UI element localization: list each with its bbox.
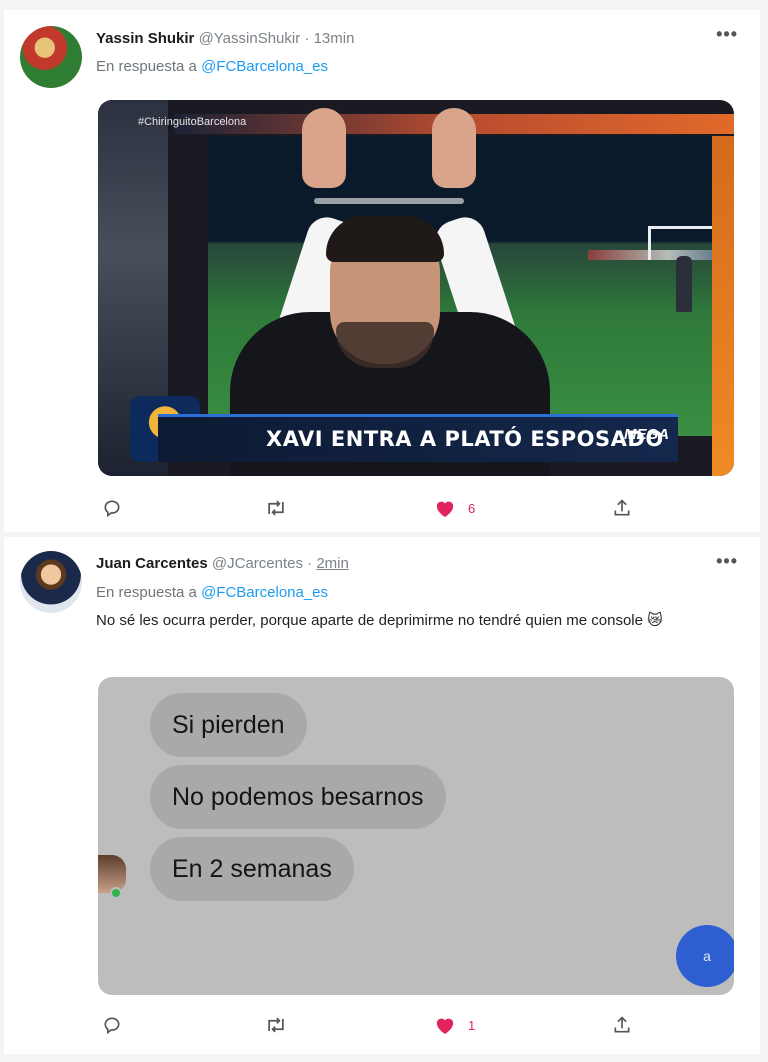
separator: · — [304, 30, 310, 47]
retweet-icon — [268, 500, 284, 516]
chat-bubble: En 2 semanas — [150, 837, 354, 901]
tweet[interactable]: Juan Carcentes @JCarcentes · 2min ••• En… — [4, 537, 760, 1054]
tweet-actions: 6 — [96, 496, 656, 520]
tweet-time[interactable]: 2min — [316, 555, 349, 572]
separator: · — [307, 555, 313, 572]
heart-icon — [436, 501, 454, 518]
author-name[interactable]: Yassin Shukir — [96, 30, 194, 47]
retweet-button[interactable] — [264, 1013, 288, 1037]
share-button[interactable] — [612, 496, 632, 520]
like-count: 6 — [468, 500, 476, 516]
left-hand — [302, 108, 346, 188]
chat-bubble: Si pierden — [150, 693, 307, 757]
reply-mention[interactable]: @FCBarcelona_es — [201, 584, 328, 601]
reply-prefix: En respuesta a — [96, 58, 197, 75]
reply-button[interactable] — [102, 1013, 122, 1037]
tweet-actions: 1 — [96, 1013, 656, 1037]
tweet-time[interactable]: 13min — [314, 30, 355, 47]
reply-mention[interactable]: @FCBarcelona_es — [201, 58, 328, 75]
retweet-button[interactable] — [264, 496, 288, 520]
author-handle[interactable]: @YassinShukir — [199, 30, 301, 47]
reply-icon — [104, 1017, 120, 1035]
lower-third-banner: XAVI ENTRA A PLATÓ ESPOSADO — [158, 414, 678, 462]
tweet[interactable]: Yassin Shukir @YassinShukir · 13min ••• … — [4, 10, 760, 532]
more-icon[interactable]: ••• — [716, 24, 738, 45]
tweet-text: No sé les ocurra perder, porque aparte d… — [96, 612, 663, 629]
author-name[interactable]: Juan Carcentes — [96, 555, 208, 572]
banner-text: XAVI ENTRA A PLATÓ ESPOSADO — [266, 427, 664, 451]
heart-icon — [436, 1018, 454, 1035]
like-count: 1 — [468, 1017, 476, 1033]
author-handle[interactable]: @JCarcentes — [212, 555, 303, 572]
share-icon — [614, 1016, 630, 1033]
right-hand — [432, 108, 476, 188]
retweet-icon — [268, 1017, 284, 1033]
chat-fab-button[interactable]: a — [676, 925, 734, 987]
like-button[interactable]: 1 — [434, 1013, 475, 1037]
like-button[interactable]: 6 — [434, 496, 475, 520]
more-icon[interactable]: ••• — [716, 551, 738, 572]
reply-context: En respuesta a @FCBarcelona_es — [96, 584, 328, 601]
share-button[interactable] — [612, 1013, 632, 1037]
tweet-image[interactable]: Si pierden No podemos besarnos En 2 sema… — [98, 677, 734, 995]
hair — [326, 216, 444, 262]
reply-icon — [104, 500, 120, 518]
network-logo: MEGA — [624, 426, 669, 443]
avatar[interactable] — [20, 26, 82, 88]
online-indicator — [110, 887, 122, 899]
reply-prefix: En respuesta a — [96, 584, 197, 601]
player — [676, 256, 692, 312]
tweet-image[interactable]: #ChiringuitoBarcelona XAVI ENTRA A PLATÓ… — [98, 100, 734, 476]
studio-panel — [712, 136, 734, 476]
tweet-header: Juan Carcentes @JCarcentes · 2min — [96, 555, 349, 572]
timeline: Yassin Shukir @YassinShukir · 13min ••• … — [0, 0, 768, 1062]
avatar[interactable] — [20, 551, 82, 613]
reply-button[interactable] — [102, 496, 122, 520]
handcuffs — [314, 198, 464, 204]
chat-bubble: No podemos besarnos — [150, 765, 446, 829]
tweet-header: Yassin Shukir @YassinShukir · 13min — [96, 30, 354, 47]
share-icon — [614, 499, 630, 516]
reply-context: En respuesta a @FCBarcelona_es — [96, 58, 328, 75]
